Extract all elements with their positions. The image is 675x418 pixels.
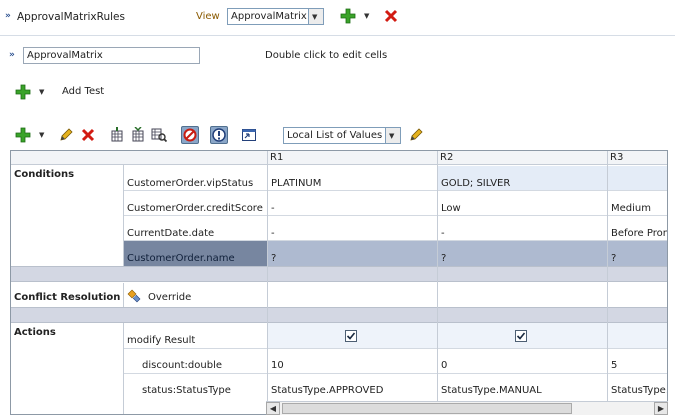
column-divider [123,165,124,266]
condition-cell[interactable]: ? [608,249,616,267]
collapse-table-icon[interactable]: » [9,50,15,60]
row-divider [123,348,667,349]
action-checkbox-r2[interactable] [515,330,527,342]
divider [0,35,675,36]
column-header-r2[interactable]: R2 [437,151,607,165]
actions-section-label: Actions [14,326,56,338]
view-select[interactable]: ApprovalMatrix ▼ [227,8,324,25]
column-divider [123,283,124,307]
column-divider [607,151,608,414]
add-test-plus-icon[interactable] [14,83,32,101]
scroll-left-icon[interactable]: ◀ [266,402,280,415]
scroll-right-icon[interactable]: ▶ [654,402,668,415]
add-rule-dropdown-icon[interactable]: ▼ [364,12,369,20]
action-param-cell[interactable]: StatusType. [608,381,667,399]
edit-lov-pencil-icon[interactable] [407,126,425,144]
decision-table-grid: R1 R2 R3 Conditions CustomerOrder.vipSta… [10,150,668,415]
action-param-name[interactable]: discount:double [139,356,222,374]
add-row-dropdown-icon[interactable]: ▼ [39,131,44,139]
condition-cell[interactable]: ? [268,249,276,267]
delete-row-icon[interactable] [79,126,97,144]
section-separator [11,307,667,323]
action-param-cell[interactable]: 5 [608,356,617,374]
merge-table-icon[interactable] [129,126,147,144]
edit-hint: Double click to edit cells [265,50,388,61]
split-table-icon[interactable] [108,126,126,144]
decision-table-name-value: ApprovalMatrix [27,50,103,61]
row-divider [123,190,667,191]
conditions-section-label: Conditions [14,168,75,180]
horizontal-scrollbar[interactable]: ◀ ▶ [266,401,668,415]
row-divider [123,215,667,216]
override-icon [127,289,143,306]
condition-cell[interactable]: ? [438,249,446,267]
section-separator [11,266,667,282]
edit-pencil-icon[interactable] [57,126,75,144]
row-divider [123,373,667,374]
column-divider [267,151,268,414]
scrollbar-thumb[interactable] [282,403,572,414]
conflict-section-label: Conflict Resolution [14,291,121,303]
conflict-stop-icon[interactable] [181,126,199,144]
header-blank [11,151,268,165]
validation-warning-icon[interactable] [210,126,228,144]
row-divider [123,240,667,241]
ruleset-title: ApprovalMatrixRules [17,11,125,23]
find-gaps-icon[interactable] [150,126,168,144]
conflict-value[interactable]: Override [145,289,191,305]
view-select-value: ApprovalMatrix [231,11,307,22]
compact-view-icon[interactable] [240,126,258,144]
action-param-cell[interactable]: StatusType.APPROVED [268,381,383,399]
action-param-name[interactable]: status:StatusType [139,381,231,399]
decision-table-name-input[interactable]: ApprovalMatrix [23,47,200,64]
action-checkbox-r1[interactable] [345,330,357,342]
condition-name-selected[interactable]: CustomerOrder.name [124,249,235,267]
delete-ruleset-icon[interactable] [382,7,400,25]
lov-dropdown-arrow-icon[interactable]: ▼ [385,128,400,143]
column-divider [123,323,124,414]
column-header-r3[interactable]: R3 [607,151,667,165]
add-test-dropdown-icon[interactable]: ▼ [39,88,44,96]
add-test-label[interactable]: Add Test [62,86,104,97]
list-of-values-select[interactable]: Local List of Values ▼ [283,127,401,144]
list-of-values-select-value: Local List of Values [287,130,383,141]
action-param-cell[interactable]: 10 [268,356,284,374]
column-divider [437,151,438,414]
collapse-ruleset-icon[interactable]: » [5,11,11,21]
view-label: View [196,11,220,22]
action-name[interactable]: modify Result [124,331,195,349]
action-param-cell[interactable]: StatusType.MANUAL [438,381,542,399]
view-dropdown-arrow-icon[interactable]: ▼ [308,9,323,24]
action-param-cell[interactable]: 0 [438,356,447,374]
add-row-plus-icon[interactable] [14,126,32,144]
add-rule-plus-icon[interactable] [339,7,357,25]
column-header-r1[interactable]: R1 [267,151,437,165]
